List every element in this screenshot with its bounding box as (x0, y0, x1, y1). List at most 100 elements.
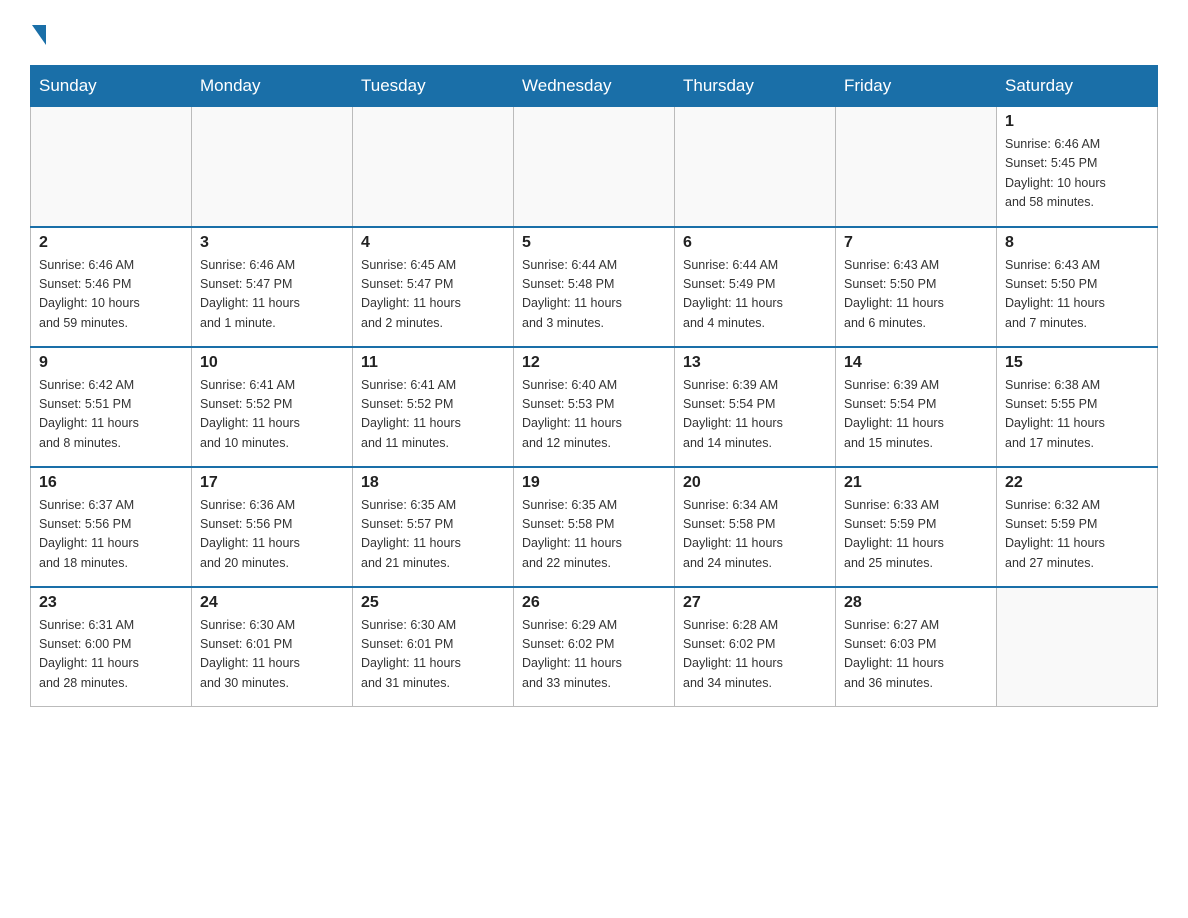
day-info: Sunrise: 6:40 AMSunset: 5:53 PMDaylight:… (522, 376, 666, 454)
day-info: Sunrise: 6:30 AMSunset: 6:01 PMDaylight:… (361, 616, 505, 694)
weekday-header-tuesday: Tuesday (353, 66, 514, 107)
weekday-header-saturday: Saturday (997, 66, 1158, 107)
calendar-cell: 1 Sunrise: 6:46 AMSunset: 5:45 PMDaylight… (997, 107, 1158, 227)
calendar-week-row: 16 Sunrise: 6:37 AMSunset: 5:56 PMDayligh… (31, 467, 1158, 587)
day-number: 14 (844, 354, 988, 372)
day-info: Sunrise: 6:30 AMSunset: 6:01 PMDaylight:… (200, 616, 344, 694)
day-number: 6 (683, 234, 827, 252)
calendar-cell: 28 Sunrise: 6:27 AMSunset: 6:03 PMDayligh… (836, 587, 997, 707)
calendar-week-row: 2 Sunrise: 6:46 AMSunset: 5:46 PMDaylight… (31, 227, 1158, 347)
day-number: 23 (39, 594, 183, 612)
day-info: Sunrise: 6:43 AMSunset: 5:50 PMDaylight:… (1005, 256, 1149, 334)
weekday-header-monday: Monday (192, 66, 353, 107)
calendar-cell: 21 Sunrise: 6:33 AMSunset: 5:59 PMDayligh… (836, 467, 997, 587)
day-info: Sunrise: 6:44 AMSunset: 5:49 PMDaylight:… (683, 256, 827, 334)
calendar-week-row: 23 Sunrise: 6:31 AMSunset: 6:00 PMDayligh… (31, 587, 1158, 707)
calendar-cell: 27 Sunrise: 6:28 AMSunset: 6:02 PMDayligh… (675, 587, 836, 707)
weekday-header-sunday: Sunday (31, 66, 192, 107)
day-number: 16 (39, 474, 183, 492)
day-info: Sunrise: 6:35 AMSunset: 5:58 PMDaylight:… (522, 496, 666, 574)
calendar-cell: 12 Sunrise: 6:40 AMSunset: 5:53 PMDayligh… (514, 347, 675, 467)
day-number: 22 (1005, 474, 1149, 492)
calendar-cell: 4 Sunrise: 6:45 AMSunset: 5:47 PMDaylight… (353, 227, 514, 347)
calendar-cell: 9 Sunrise: 6:42 AMSunset: 5:51 PMDaylight… (31, 347, 192, 467)
day-number: 10 (200, 354, 344, 372)
calendar-cell (836, 107, 997, 227)
calendar-cell (514, 107, 675, 227)
logo-arrow-icon (32, 25, 46, 45)
calendar-cell: 5 Sunrise: 6:44 AMSunset: 5:48 PMDaylight… (514, 227, 675, 347)
calendar-cell: 6 Sunrise: 6:44 AMSunset: 5:49 PMDaylight… (675, 227, 836, 347)
calendar-cell: 26Sunrise: 6:29 AMSunset: 6:02 PMDayligh… (514, 587, 675, 707)
day-number: 9 (39, 354, 183, 372)
calendar-cell: 13 Sunrise: 6:39 AMSunset: 5:54 PMDayligh… (675, 347, 836, 467)
day-number: 7 (844, 234, 988, 252)
day-number: 21 (844, 474, 988, 492)
day-info: Sunrise: 6:45 AMSunset: 5:47 PMDaylight:… (361, 256, 505, 334)
calendar-cell (31, 107, 192, 227)
calendar-cell: 3 Sunrise: 6:46 AMSunset: 5:47 PMDaylight… (192, 227, 353, 347)
day-info: Sunrise: 6:46 AMSunset: 5:46 PMDaylight:… (39, 256, 183, 334)
day-number: 8 (1005, 234, 1149, 252)
day-number: 24 (200, 594, 344, 612)
calendar-cell (997, 587, 1158, 707)
day-info: Sunrise: 6:36 AMSunset: 5:56 PMDaylight:… (200, 496, 344, 574)
day-info: Sunrise: 6:34 AMSunset: 5:58 PMDaylight:… (683, 496, 827, 574)
day-number: 18 (361, 474, 505, 492)
calendar-cell (675, 107, 836, 227)
calendar-cell (192, 107, 353, 227)
calendar-cell: 10Sunrise: 6:41 AMSunset: 5:52 PMDayligh… (192, 347, 353, 467)
calendar-week-row: 1 Sunrise: 6:46 AMSunset: 5:45 PMDaylight… (31, 107, 1158, 227)
calendar-cell: 8 Sunrise: 6:43 AMSunset: 5:50 PMDaylight… (997, 227, 1158, 347)
day-number: 27 (683, 594, 827, 612)
calendar-cell: 2 Sunrise: 6:46 AMSunset: 5:46 PMDaylight… (31, 227, 192, 347)
day-number: 1 (1005, 113, 1149, 131)
day-number: 13 (683, 354, 827, 372)
day-number: 25 (361, 594, 505, 612)
day-number: 20 (683, 474, 827, 492)
calendar-cell: 16 Sunrise: 6:37 AMSunset: 5:56 PMDayligh… (31, 467, 192, 587)
day-number: 2 (39, 234, 183, 252)
day-info: Sunrise: 6:46 AMSunset: 5:47 PMDaylight:… (200, 256, 344, 334)
day-number: 4 (361, 234, 505, 252)
calendar-cell: 14 Sunrise: 6:39 AMSunset: 5:54 PMDayligh… (836, 347, 997, 467)
day-number: 12 (522, 354, 666, 372)
calendar-cell (353, 107, 514, 227)
day-info: Sunrise: 6:35 AMSunset: 5:57 PMDaylight:… (361, 496, 505, 574)
calendar-cell: 17 Sunrise: 6:36 AMSunset: 5:56 PMDayligh… (192, 467, 353, 587)
day-info: Sunrise: 6:44 AMSunset: 5:48 PMDaylight:… (522, 256, 666, 334)
day-info: Sunrise: 6:27 AMSunset: 6:03 PMDaylight:… (844, 616, 988, 694)
day-number: 26 (522, 594, 666, 612)
day-info: Sunrise: 6:38 AMSunset: 5:55 PMDaylight:… (1005, 376, 1149, 454)
day-info: Sunrise: 6:37 AMSunset: 5:56 PMDaylight:… (39, 496, 183, 574)
weekday-header-wednesday: Wednesday (514, 66, 675, 107)
day-number: 11 (361, 354, 505, 372)
day-info: Sunrise: 6:42 AMSunset: 5:51 PMDaylight:… (39, 376, 183, 454)
calendar-table: SundayMondayTuesdayWednesdayThursdayFrid… (30, 65, 1158, 707)
day-number: 3 (200, 234, 344, 252)
day-info: Sunrise: 6:28 AMSunset: 6:02 PMDaylight:… (683, 616, 827, 694)
day-info: Sunrise: 6:41 AMSunset: 5:52 PMDaylight:… (361, 376, 505, 454)
calendar-cell: 22Sunrise: 6:32 AMSunset: 5:59 PMDayligh… (997, 467, 1158, 587)
day-info: Sunrise: 6:31 AMSunset: 6:00 PMDaylight:… (39, 616, 183, 694)
day-info: Sunrise: 6:43 AMSunset: 5:50 PMDaylight:… (844, 256, 988, 334)
day-info: Sunrise: 6:39 AMSunset: 5:54 PMDaylight:… (844, 376, 988, 454)
weekday-header-friday: Friday (836, 66, 997, 107)
calendar-cell: 15 Sunrise: 6:38 AMSunset: 5:55 PMDayligh… (997, 347, 1158, 467)
day-number: 28 (844, 594, 988, 612)
day-number: 15 (1005, 354, 1149, 372)
day-number: 17 (200, 474, 344, 492)
calendar-cell: 11 Sunrise: 6:41 AMSunset: 5:52 PMDayligh… (353, 347, 514, 467)
logo (30, 20, 46, 45)
day-number: 5 (522, 234, 666, 252)
day-number: 19 (522, 474, 666, 492)
day-info: Sunrise: 6:33 AMSunset: 5:59 PMDaylight:… (844, 496, 988, 574)
calendar-cell: 23 Sunrise: 6:31 AMSunset: 6:00 PMDayligh… (31, 587, 192, 707)
calendar-week-row: 9 Sunrise: 6:42 AMSunset: 5:51 PMDaylight… (31, 347, 1158, 467)
day-info: Sunrise: 6:46 AMSunset: 5:45 PMDaylight:… (1005, 135, 1149, 213)
weekday-header-row: SundayMondayTuesdayWednesdayThursdayFrid… (31, 66, 1158, 107)
day-info: Sunrise: 6:39 AMSunset: 5:54 PMDaylight:… (683, 376, 827, 454)
weekday-header-thursday: Thursday (675, 66, 836, 107)
calendar-cell: 25 Sunrise: 6:30 AMSunset: 6:01 PMDayligh… (353, 587, 514, 707)
calendar-cell: 19 Sunrise: 6:35 AMSunset: 5:58 PMDayligh… (514, 467, 675, 587)
